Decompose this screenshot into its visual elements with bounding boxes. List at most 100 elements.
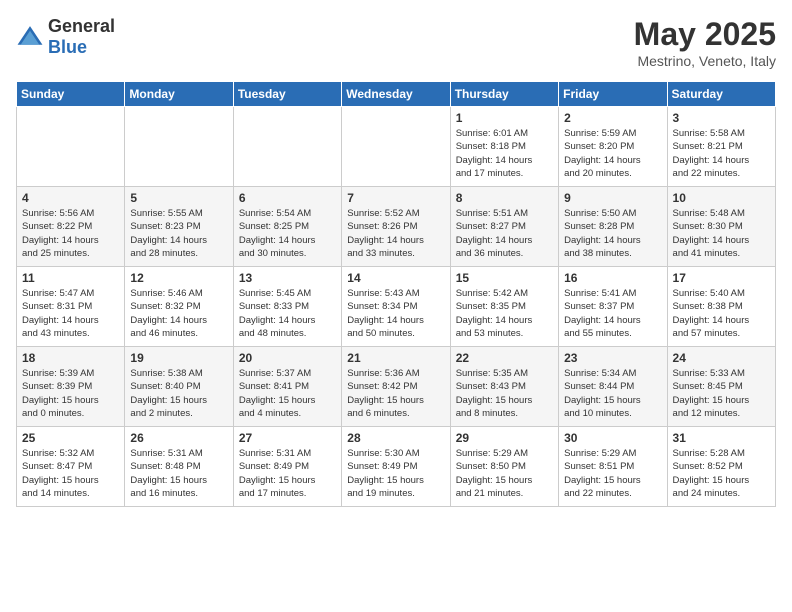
calendar-cell: 30 Sunrise: 5:29 AM Sunset: 8:51 PM Dayli… — [559, 427, 667, 507]
calendar-cell: 7 Sunrise: 5:52 AM Sunset: 8:26 PM Daylig… — [342, 187, 450, 267]
day-number: 31 — [673, 431, 770, 445]
day-number: 14 — [347, 271, 444, 285]
day-number: 29 — [456, 431, 553, 445]
day-info: Sunrise: 5:41 AM Sunset: 8:37 PM Dayligh… — [564, 287, 661, 340]
day-number: 24 — [673, 351, 770, 365]
day-info: Sunrise: 5:29 AM Sunset: 8:51 PM Dayligh… — [564, 447, 661, 500]
calendar-cell — [342, 107, 450, 187]
day-info: Sunrise: 5:58 AM Sunset: 8:21 PM Dayligh… — [673, 127, 770, 180]
day-number: 9 — [564, 191, 661, 205]
day-info: Sunrise: 5:52 AM Sunset: 8:26 PM Dayligh… — [347, 207, 444, 260]
calendar-cell: 28 Sunrise: 5:30 AM Sunset: 8:49 PM Dayli… — [342, 427, 450, 507]
day-number: 26 — [130, 431, 227, 445]
calendar-cell: 5 Sunrise: 5:55 AM Sunset: 8:23 PM Daylig… — [125, 187, 233, 267]
calendar-cell: 16 Sunrise: 5:41 AM Sunset: 8:37 PM Dayli… — [559, 267, 667, 347]
calendar-cell: 13Sunrise: 5:45 AM Sunset: 8:33 PM Dayli… — [233, 267, 341, 347]
day-info: Sunrise: 5:39 AM Sunset: 8:39 PM Dayligh… — [22, 367, 119, 420]
calendar-cell: 2 Sunrise: 5:59 AM Sunset: 8:20 PM Daylig… — [559, 107, 667, 187]
day-number: 8 — [456, 191, 553, 205]
day-info: Sunrise: 5:32 AM Sunset: 8:47 PM Dayligh… — [22, 447, 119, 500]
logo-blue: Blue — [48, 37, 87, 57]
calendar-table: SundayMondayTuesdayWednesdayThursdayFrid… — [16, 81, 776, 507]
calendar-week-5: 25Sunrise: 5:32 AM Sunset: 8:47 PM Dayli… — [17, 427, 776, 507]
weekday-header-monday: Monday — [125, 82, 233, 107]
day-info: Sunrise: 5:59 AM Sunset: 8:20 PM Dayligh… — [564, 127, 661, 180]
day-info: Sunrise: 5:42 AM Sunset: 8:35 PM Dayligh… — [456, 287, 553, 340]
calendar-subtitle: Mestrino, Veneto, Italy — [634, 53, 776, 69]
calendar-cell: 11 Sunrise: 5:47 AM Sunset: 8:31 PM Dayli… — [17, 267, 125, 347]
calendar-cell: 1 Sunrise: 6:01 AM Sunset: 8:18 PM Daylig… — [450, 107, 558, 187]
calendar-cell: 8Sunrise: 5:51 AM Sunset: 8:27 PM Daylig… — [450, 187, 558, 267]
day-info: Sunrise: 5:36 AM Sunset: 8:42 PM Dayligh… — [347, 367, 444, 420]
day-number: 11 — [22, 271, 119, 285]
day-number: 21 — [347, 351, 444, 365]
title-block: May 2025 Mestrino, Veneto, Italy — [634, 16, 776, 69]
day-info: Sunrise: 5:54 AM Sunset: 8:25 PM Dayligh… — [239, 207, 336, 260]
calendar-cell: 12 Sunrise: 5:46 AM Sunset: 8:32 PM Dayli… — [125, 267, 233, 347]
day-number: 19 — [130, 351, 227, 365]
calendar-cell: 24Sunrise: 5:33 AM Sunset: 8:45 PM Dayli… — [667, 347, 775, 427]
calendar-week-1: 1 Sunrise: 6:01 AM Sunset: 8:18 PM Daylig… — [17, 107, 776, 187]
calendar-cell: 15 Sunrise: 5:42 AM Sunset: 8:35 PM Dayli… — [450, 267, 558, 347]
calendar-cell: 14 Sunrise: 5:43 AM Sunset: 8:34 PM Dayli… — [342, 267, 450, 347]
calendar-cell: 29Sunrise: 5:29 AM Sunset: 8:50 PM Dayli… — [450, 427, 558, 507]
calendar-week-4: 18 Sunrise: 5:39 AM Sunset: 8:39 PM Dayli… — [17, 347, 776, 427]
weekday-header-thursday: Thursday — [450, 82, 558, 107]
day-info: Sunrise: 5:45 AM Sunset: 8:33 PM Dayligh… — [239, 287, 336, 340]
day-info: Sunrise: 6:01 AM Sunset: 8:18 PM Dayligh… — [456, 127, 553, 180]
day-info: Sunrise: 5:55 AM Sunset: 8:23 PM Dayligh… — [130, 207, 227, 260]
day-number: 6 — [239, 191, 336, 205]
calendar-cell: 25Sunrise: 5:32 AM Sunset: 8:47 PM Dayli… — [17, 427, 125, 507]
calendar-cell: 9 Sunrise: 5:50 AM Sunset: 8:28 PM Daylig… — [559, 187, 667, 267]
day-number: 7 — [347, 191, 444, 205]
day-number: 10 — [673, 191, 770, 205]
day-info: Sunrise: 5:30 AM Sunset: 8:49 PM Dayligh… — [347, 447, 444, 500]
day-number: 3 — [673, 111, 770, 125]
calendar-week-3: 11 Sunrise: 5:47 AM Sunset: 8:31 PM Dayli… — [17, 267, 776, 347]
day-number: 12 — [130, 271, 227, 285]
calendar-cell: 23 Sunrise: 5:34 AM Sunset: 8:44 PM Dayli… — [559, 347, 667, 427]
calendar-cell: 4Sunrise: 5:56 AM Sunset: 8:22 PM Daylig… — [17, 187, 125, 267]
day-info: Sunrise: 5:56 AM Sunset: 8:22 PM Dayligh… — [22, 207, 119, 260]
day-info: Sunrise: 5:43 AM Sunset: 8:34 PM Dayligh… — [347, 287, 444, 340]
day-info: Sunrise: 5:38 AM Sunset: 8:40 PM Dayligh… — [130, 367, 227, 420]
logo-general: General — [48, 16, 115, 36]
calendar-cell: 19 Sunrise: 5:38 AM Sunset: 8:40 PM Dayli… — [125, 347, 233, 427]
day-info: Sunrise: 5:47 AM Sunset: 8:31 PM Dayligh… — [22, 287, 119, 340]
weekday-header-row: SundayMondayTuesdayWednesdayThursdayFrid… — [17, 82, 776, 107]
day-number: 30 — [564, 431, 661, 445]
calendar-cell: 3 Sunrise: 5:58 AM Sunset: 8:21 PM Daylig… — [667, 107, 775, 187]
logo: General Blue — [16, 16, 115, 58]
calendar-cell: 21 Sunrise: 5:36 AM Sunset: 8:42 PM Dayli… — [342, 347, 450, 427]
day-number: 18 — [22, 351, 119, 365]
logo-icon — [16, 23, 44, 51]
weekday-header-tuesday: Tuesday — [233, 82, 341, 107]
calendar-cell — [125, 107, 233, 187]
day-number: 1 — [456, 111, 553, 125]
calendar-cell: 26Sunrise: 5:31 AM Sunset: 8:48 PM Dayli… — [125, 427, 233, 507]
calendar-cell — [233, 107, 341, 187]
day-number: 27 — [239, 431, 336, 445]
weekday-header-sunday: Sunday — [17, 82, 125, 107]
day-info: Sunrise: 5:46 AM Sunset: 8:32 PM Dayligh… — [130, 287, 227, 340]
day-info: Sunrise: 5:31 AM Sunset: 8:49 PM Dayligh… — [239, 447, 336, 500]
day-number: 2 — [564, 111, 661, 125]
day-info: Sunrise: 5:34 AM Sunset: 8:44 PM Dayligh… — [564, 367, 661, 420]
day-info: Sunrise: 5:37 AM Sunset: 8:41 PM Dayligh… — [239, 367, 336, 420]
day-info: Sunrise: 5:50 AM Sunset: 8:28 PM Dayligh… — [564, 207, 661, 260]
calendar-title: May 2025 — [634, 16, 776, 53]
calendar-cell: 27 Sunrise: 5:31 AM Sunset: 8:49 PM Dayli… — [233, 427, 341, 507]
calendar-cell: 31Sunrise: 5:28 AM Sunset: 8:52 PM Dayli… — [667, 427, 775, 507]
day-number: 23 — [564, 351, 661, 365]
calendar-cell: 20Sunrise: 5:37 AM Sunset: 8:41 PM Dayli… — [233, 347, 341, 427]
page-header: General Blue May 2025 Mestrino, Veneto, … — [16, 16, 776, 69]
calendar-cell: 22Sunrise: 5:35 AM Sunset: 8:43 PM Dayli… — [450, 347, 558, 427]
day-number: 5 — [130, 191, 227, 205]
day-number: 28 — [347, 431, 444, 445]
day-number: 16 — [564, 271, 661, 285]
calendar-cell: 18 Sunrise: 5:39 AM Sunset: 8:39 PM Dayli… — [17, 347, 125, 427]
day-number: 15 — [456, 271, 553, 285]
day-info: Sunrise: 5:35 AM Sunset: 8:43 PM Dayligh… — [456, 367, 553, 420]
calendar-cell: 17Sunrise: 5:40 AM Sunset: 8:38 PM Dayli… — [667, 267, 775, 347]
calendar-week-2: 4Sunrise: 5:56 AM Sunset: 8:22 PM Daylig… — [17, 187, 776, 267]
